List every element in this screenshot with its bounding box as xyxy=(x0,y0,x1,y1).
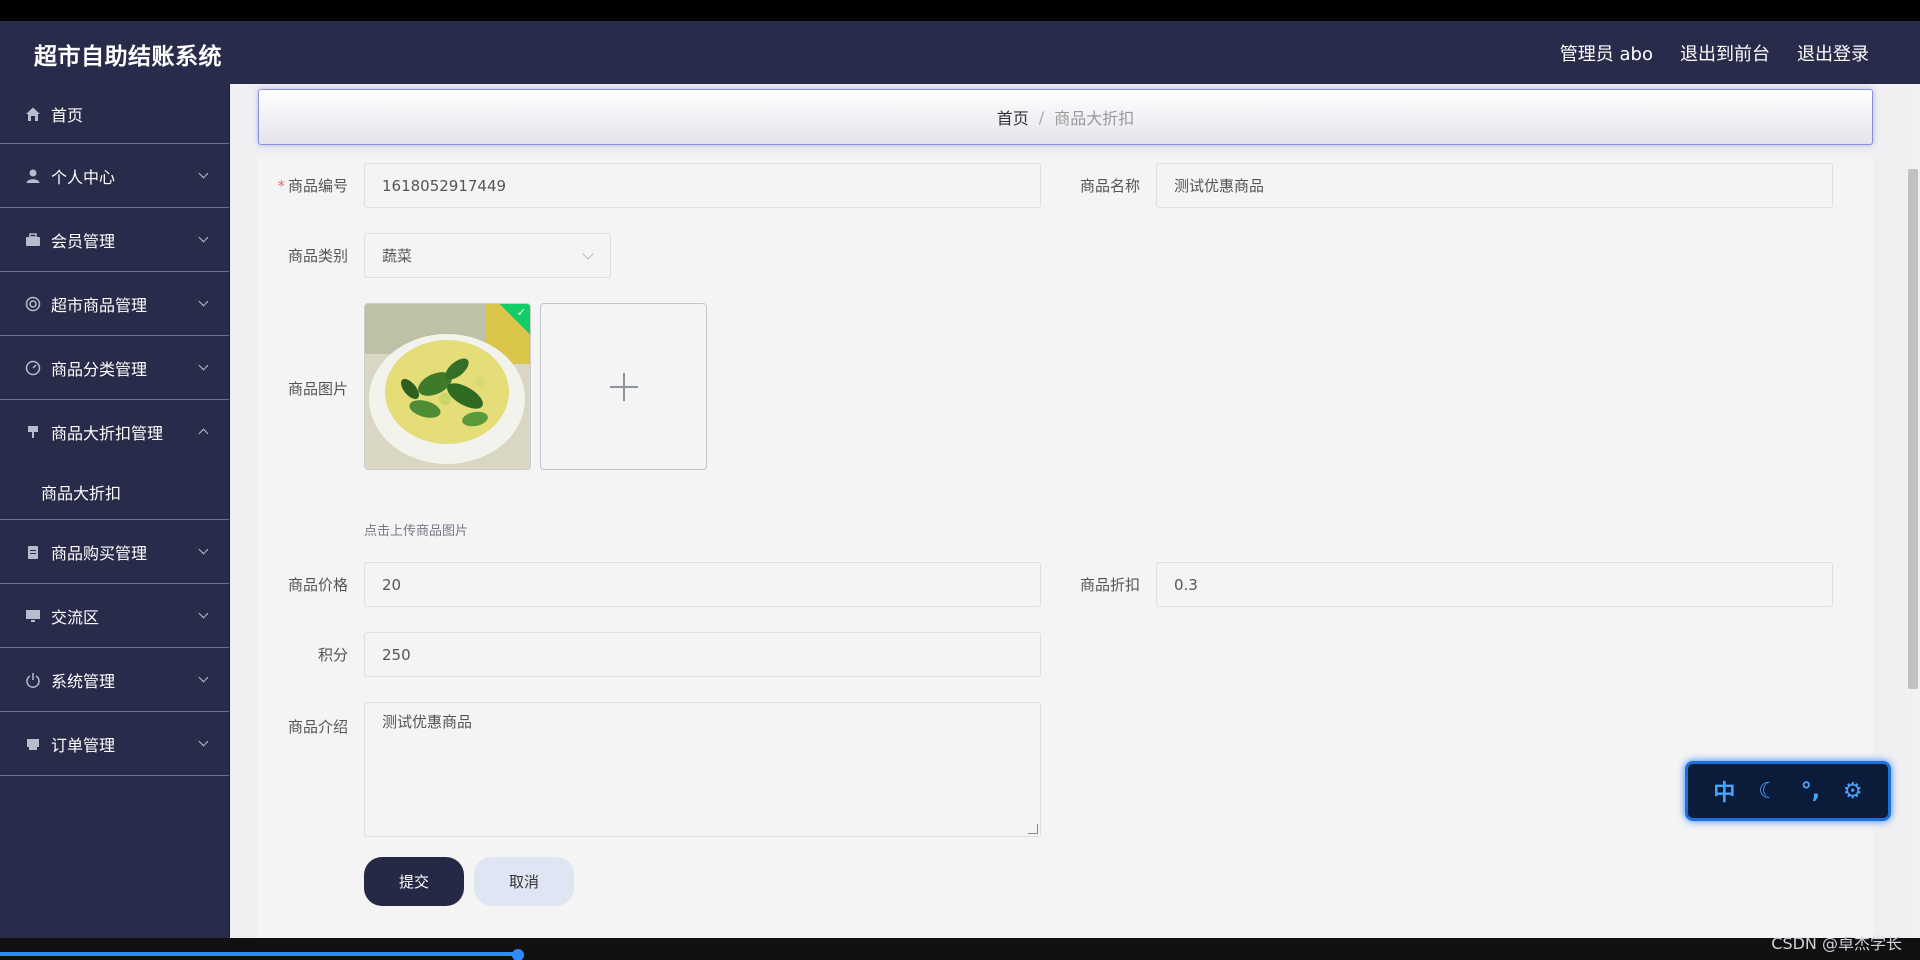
app-root: 超市自助结账系统 管理员 abo 退出到前台 退出登录 首页 个人中心 会员管理 xyxy=(0,21,1920,938)
briefcase-icon xyxy=(24,231,42,249)
sidebar-item-label: 个人中心 xyxy=(51,167,116,187)
chevron-down-icon xyxy=(198,608,209,619)
category-select[interactable]: 蔬菜 xyxy=(364,233,611,278)
top-header: 超市自助结账系统 管理员 abo 退出到前台 退出登录 xyxy=(0,21,1920,84)
sidebar-item-label: 会员管理 xyxy=(51,231,116,251)
user-icon xyxy=(24,167,42,185)
code-label: * 商品编号 xyxy=(258,175,348,196)
pin-icon xyxy=(24,423,42,441)
sidebar-subitem-discount[interactable]: 商品大折扣 xyxy=(0,464,229,520)
chevron-down-icon xyxy=(198,736,209,747)
power-icon xyxy=(24,671,42,689)
breadcrumb-separator: / xyxy=(1038,107,1045,127)
sidebar-item-category-management[interactable]: 商品分类管理 xyxy=(0,336,229,400)
plus-icon-vertical xyxy=(622,372,625,401)
floating-toolbar-widget: 中 ☾ °, ⚙ xyxy=(1685,761,1891,821)
intro-textarea[interactable]: 测试优惠商品 xyxy=(364,702,1041,837)
chevron-down-icon xyxy=(198,168,209,179)
sidebar-item-personal-center[interactable]: 个人中心 xyxy=(0,144,229,208)
sidebar-item-system-management[interactable]: 系统管理 xyxy=(0,648,229,712)
monitor-icon xyxy=(24,607,42,625)
breadcrumb: 首页 / 商品大折扣 xyxy=(258,89,1873,145)
sidebar-item-community[interactable]: 交流区 xyxy=(0,584,229,648)
sidebar-item-discount-management[interactable]: 商品大折扣管理 xyxy=(0,400,229,464)
chevron-down-icon xyxy=(198,296,209,307)
sidebar-item-label: 商品大折扣管理 xyxy=(51,424,164,443)
lifebuoy-icon xyxy=(24,295,42,313)
page-scrollbar[interactable] xyxy=(1906,84,1920,938)
name-label: 商品名称 xyxy=(1079,177,1140,195)
chevron-down-icon xyxy=(582,248,594,260)
admin-user-label[interactable]: 管理员 abo xyxy=(1560,40,1653,66)
printer-icon xyxy=(24,735,42,753)
main-content: 首页 / 商品大折扣 * 商品编号 1618052917449 商品名称 测试优惠… xyxy=(231,84,1920,938)
product-form: * 商品编号 1618052917449 商品名称 测试优惠商品 商品类别 蔬菜 … xyxy=(258,156,1873,938)
scrollbar-thumb[interactable] xyxy=(1908,169,1918,689)
app-brand: 超市自助结账系统 xyxy=(34,44,222,70)
dashboard-icon xyxy=(24,359,42,377)
header-actions: 管理员 abo 退出到前台 退出登录 xyxy=(1560,40,1869,66)
gear-icon[interactable]: ⚙ xyxy=(1843,779,1863,804)
submit-button[interactable]: 提交 xyxy=(364,857,464,906)
sidebar-item-product-management[interactable]: 超市商品管理 xyxy=(0,272,229,336)
check-icon: ✓ xyxy=(516,306,526,319)
discount-field[interactable]: 0.3 xyxy=(1156,562,1833,607)
price-label: 商品价格 xyxy=(287,576,348,594)
to-front-link[interactable]: 退出到前台 xyxy=(1680,40,1770,66)
sidebar: 首页 个人中心 会员管理 超市商品管理 商品分类管理 商品大折扣管理 商品大折扣… xyxy=(0,84,230,938)
window-top-strip xyxy=(0,0,1920,21)
sidebar-item-label: 系统管理 xyxy=(51,671,116,691)
cucumber-salad-image xyxy=(365,304,530,469)
name-field[interactable]: 测试优惠商品 xyxy=(1156,163,1833,208)
upload-hint: 点击上传商品图片 xyxy=(364,524,469,539)
sidebar-item-member-management[interactable]: 会员管理 xyxy=(0,208,229,272)
discount-label: 商品折扣 xyxy=(1079,576,1140,594)
sidebar-item-label: 商品分类管理 xyxy=(51,359,148,379)
intro-text: 测试优惠商品 xyxy=(382,713,473,731)
code-field[interactable]: 1618052917449 xyxy=(364,163,1041,208)
image-label: 商品图片 xyxy=(287,380,348,398)
video-bottom-bar xyxy=(0,938,1920,960)
product-image-thumbnail[interactable]: ✓ xyxy=(364,303,531,470)
chevron-down-icon xyxy=(198,232,209,243)
sidebar-item-label: 交流区 xyxy=(51,607,100,627)
sidebar-item-label: 超市商品管理 xyxy=(51,295,148,315)
breadcrumb-home[interactable]: 首页 xyxy=(997,105,1029,129)
logout-link[interactable]: 退出登录 xyxy=(1797,40,1869,66)
cancel-button[interactable]: 取消 xyxy=(474,857,574,906)
sidebar-item-purchase-management[interactable]: 商品购买管理 xyxy=(0,520,229,584)
points-field[interactable]: 250 xyxy=(364,632,1041,677)
points-label: 积分 xyxy=(317,646,348,664)
resize-handle[interactable] xyxy=(1028,824,1038,834)
home-icon xyxy=(24,105,42,123)
intro-label: 商品介绍 xyxy=(287,718,348,736)
clipboard-icon xyxy=(24,543,42,561)
sidebar-item-order-management[interactable]: 订单管理 xyxy=(0,712,229,776)
punctuation-icon[interactable]: °, xyxy=(1801,779,1820,804)
moon-icon[interactable]: ☾ xyxy=(1758,779,1778,804)
price-field[interactable]: 20 xyxy=(364,562,1041,607)
code-label-text: 商品编号 xyxy=(287,177,348,195)
sidebar-item-label: 商品购买管理 xyxy=(51,543,148,563)
watermark: CSDN @卓杰学长 xyxy=(1771,934,1902,953)
video-progress[interactable] xyxy=(0,952,518,956)
sidebar-item-label: 首页 xyxy=(51,105,84,125)
image-upload-button[interactable] xyxy=(540,303,707,470)
language-toggle[interactable]: 中 xyxy=(1713,775,1735,807)
chevron-up-icon xyxy=(198,428,209,439)
category-label: 商品类别 xyxy=(287,247,348,265)
chevron-down-icon xyxy=(198,544,209,555)
sidebar-item-label: 订单管理 xyxy=(51,735,116,755)
chevron-down-icon xyxy=(198,672,209,683)
required-mark: * xyxy=(277,177,285,195)
video-progress-handle[interactable] xyxy=(512,949,524,960)
sidebar-item-home[interactable]: 首页 xyxy=(0,84,229,144)
breadcrumb-current: 商品大折扣 xyxy=(1054,109,1135,128)
category-selected-value: 蔬菜 xyxy=(382,247,413,265)
chevron-down-icon xyxy=(198,360,209,371)
